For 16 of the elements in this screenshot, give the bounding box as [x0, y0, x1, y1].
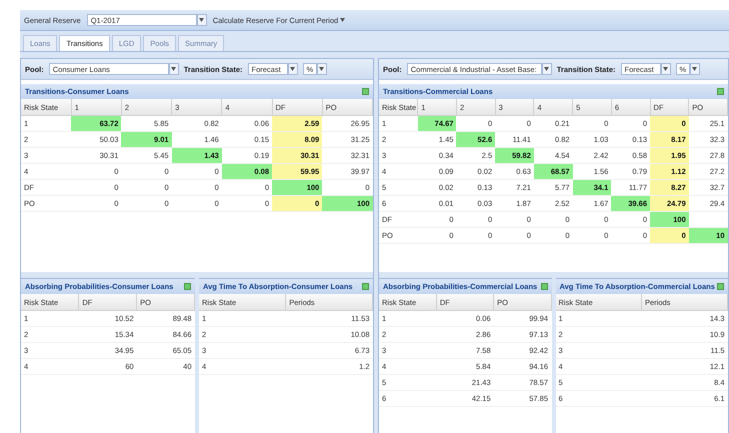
caret-icon [692, 67, 698, 71]
dropdown-button[interactable] [316, 63, 327, 75]
dropdown-button[interactable] [168, 63, 179, 75]
collapse-icon[interactable] [540, 283, 548, 290]
caret-icon [199, 18, 204, 22]
caret-icon [319, 67, 324, 71]
caret-icon [663, 67, 668, 71]
dropdown-button[interactable] [660, 63, 671, 75]
caret-icon [171, 67, 176, 71]
dropdown-button[interactable] [690, 63, 700, 75]
dropdown-button[interactable] [542, 63, 552, 75]
caret-icon [290, 67, 296, 71]
caret-icon [340, 18, 346, 22]
dropdown-button[interactable] [288, 63, 298, 75]
caret-icon [544, 67, 550, 71]
dropdown-button[interactable] [196, 14, 207, 26]
